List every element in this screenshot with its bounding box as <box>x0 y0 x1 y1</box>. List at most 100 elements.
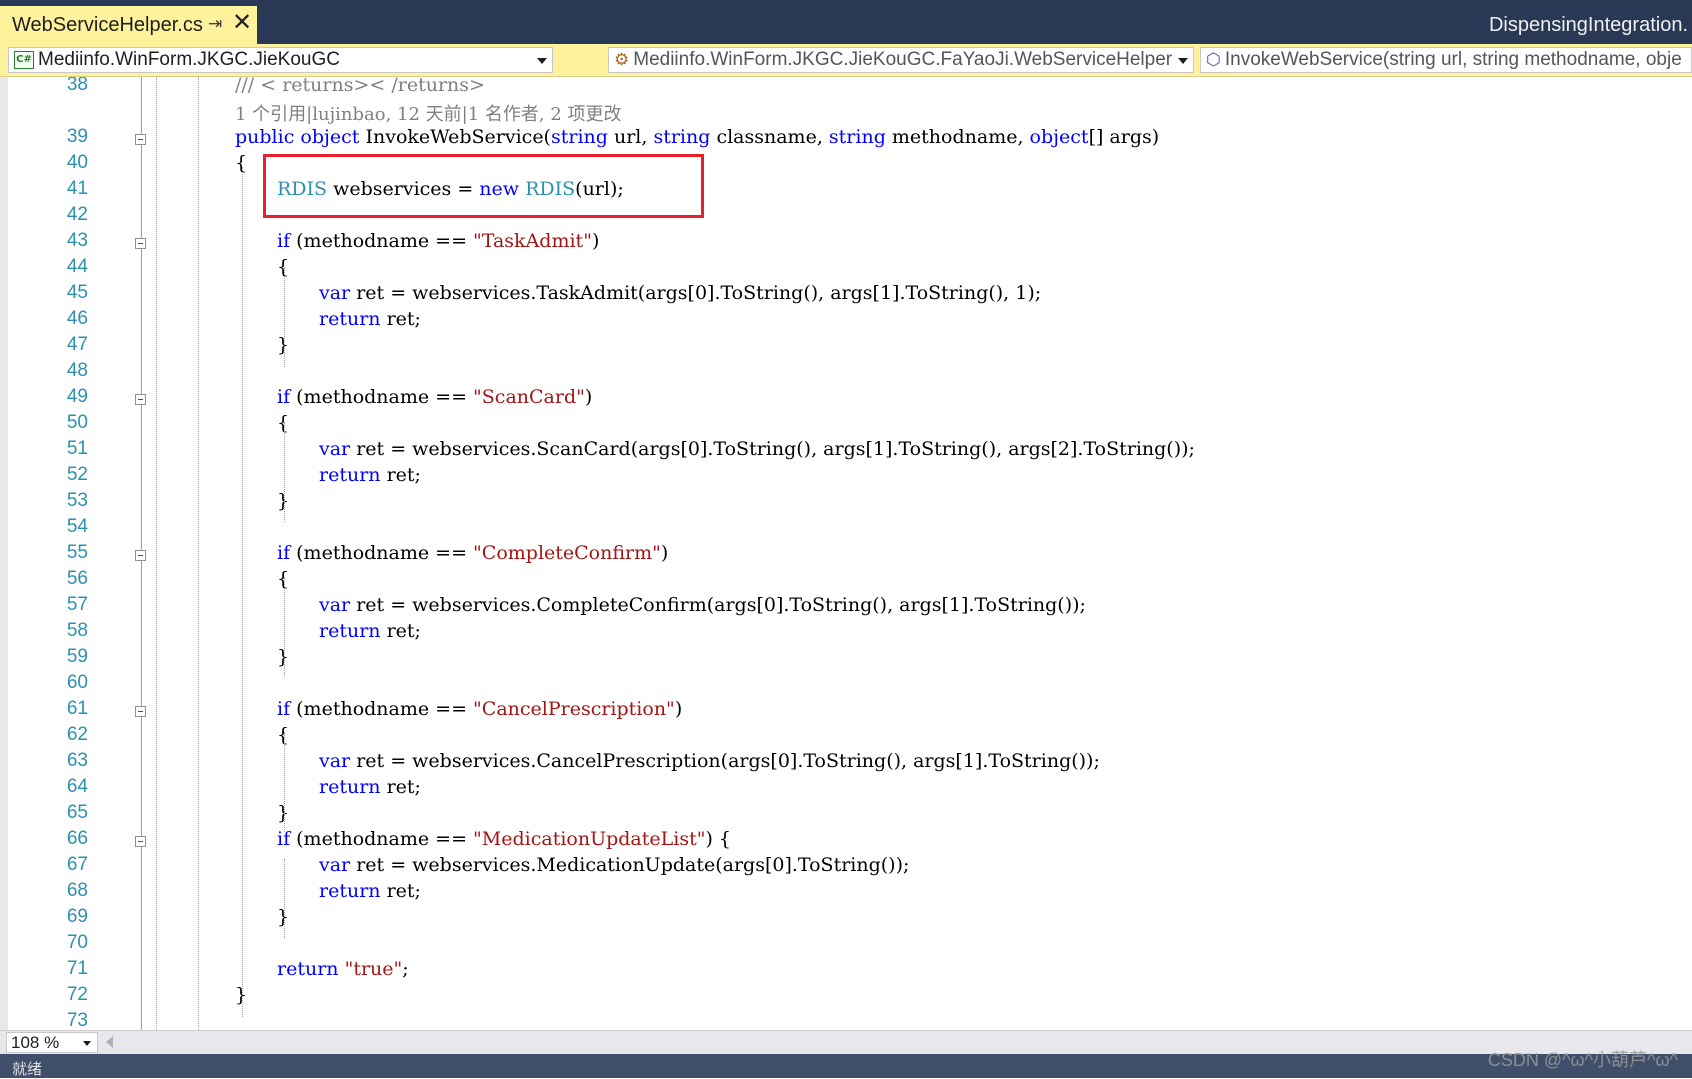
code-line[interactable]: 55 if (methodname == "CompleteConfirm") <box>0 542 1692 568</box>
line-number: 58 <box>66 620 88 641</box>
code-line[interactable]: 66 if (methodname == "MedicationUpdateLis… <box>0 828 1692 854</box>
code-line[interactable]: 48 <box>0 360 1692 386</box>
line-number: 73 <box>66 1010 88 1030</box>
code-text: var ret = webservices.TaskAdmit(args[0].… <box>319 282 1042 304</box>
line-number: 52 <box>66 464 88 485</box>
horizontal-scrollbar[interactable]: 108 % <box>0 1030 1692 1055</box>
code-line[interactable]: 50{ <box>0 412 1692 438</box>
scroll-left-icon[interactable] <box>106 1036 113 1048</box>
code-text: if (methodname == "TaskAdmit") <box>277 230 600 252</box>
code-line[interactable]: 51 var ret = webservices.ScanCard(args[0]… <box>0 438 1692 464</box>
code-line[interactable]: 57 var ret = webservices.CompleteConfirm(… <box>0 594 1692 620</box>
code-line[interactable]: 73 <box>0 1010 1692 1030</box>
member-dropdown[interactable]: ⬡ InvokeWebService(string url, string me… <box>1200 47 1692 73</box>
line-number: 67 <box>66 854 88 875</box>
code-line[interactable]: 43 if (methodname == "TaskAdmit") <box>0 230 1692 256</box>
zoom-dropdown[interactable]: 108 % <box>6 1032 98 1053</box>
indent-guide <box>198 77 199 1030</box>
code-line[interactable]: 59} <box>0 646 1692 672</box>
code-line[interactable]: 40{ <box>0 152 1692 178</box>
line-number: 59 <box>66 646 88 667</box>
project-title: DispensingIntegration. <box>1488 14 1688 36</box>
code-line[interactable]: 46 return ret; <box>0 308 1692 334</box>
code-text: if (methodname == "CancelPrescription") <box>277 698 683 720</box>
collapse-icon[interactable] <box>135 394 146 405</box>
code-line[interactable]: 62{ <box>0 724 1692 750</box>
line-number: 65 <box>66 802 88 823</box>
zoom-value: 108 % <box>11 1033 60 1052</box>
line-number: 63 <box>66 750 88 771</box>
line-number: 66 <box>66 828 88 849</box>
collapse-icon[interactable] <box>135 706 146 717</box>
code-text: return "true"; <box>277 958 409 980</box>
method-icon: ⬡ <box>1206 50 1221 69</box>
line-number: 47 <box>66 334 88 355</box>
line-number: 42 <box>66 204 88 225</box>
code-line[interactable]: 72} <box>0 984 1692 1010</box>
code-line[interactable]: 41 RDIS webservices = new RDIS(url); <box>0 178 1692 204</box>
line-number: 60 <box>66 672 88 693</box>
code-line[interactable]: 68 return ret; <box>0 880 1692 906</box>
line-number: 54 <box>66 516 88 537</box>
code-text: return ret; <box>319 308 421 330</box>
code-line[interactable]: 63 var ret = webservices.CancelPrescripti… <box>0 750 1692 776</box>
code-line[interactable]: 47} <box>0 334 1692 360</box>
pin-icon[interactable]: ⇥ <box>208 14 222 34</box>
line-number: 44 <box>66 256 88 277</box>
code-line[interactable]: 65} <box>0 802 1692 828</box>
close-icon[interactable]: ✕ <box>232 9 252 37</box>
code-line[interactable]: 38 /// < returns>< /returns> <box>0 77 1692 100</box>
code-line[interactable]: 67 var ret = webservices.MedicationUpdate… <box>0 854 1692 880</box>
code-line[interactable]: 53} <box>0 490 1692 516</box>
tab-title: WebServiceHelper.cs <box>12 13 203 36</box>
indent-guide <box>156 77 157 1030</box>
code-line[interactable]: 42 <box>0 204 1692 230</box>
codelens-info: 1 个引用|lujinbao, 12 天前|1 名作者, 2 项更改 <box>235 104 622 125</box>
line-number: 49 <box>66 386 88 407</box>
navigation-bar: C# Mediinfo.WinForm.JKGC.JieKouGC ⚙ Medi… <box>0 44 1692 77</box>
line-number: 57 <box>66 594 88 615</box>
indent-guide <box>284 267 285 367</box>
collapse-icon[interactable] <box>135 836 146 847</box>
code-text: if (methodname == "ScanCard") <box>277 386 593 408</box>
code-text: if (methodname == "MedicationUpdateList"… <box>277 828 731 850</box>
code-text: var ret = webservices.CancelPrescription… <box>319 750 1100 772</box>
line-number: 61 <box>66 698 88 719</box>
collapse-icon[interactable] <box>135 134 146 145</box>
code-text: var ret = webservices.ScanCard(args[0].T… <box>319 438 1195 460</box>
code-line[interactable]: 52 return ret; <box>0 464 1692 490</box>
line-number: 50 <box>66 412 88 433</box>
code-line[interactable]: 39 public object InvokeWebService(string … <box>0 126 1692 152</box>
class-dropdown[interactable]: ⚙ Mediinfo.WinForm.JKGC.JieKouGC.FaYaoJi… <box>608 47 1194 73</box>
code-line[interactable]: 61 if (methodname == "CancelPrescription"… <box>0 698 1692 724</box>
line-number: 53 <box>66 490 88 511</box>
csharp-project-icon: C# <box>14 51 34 69</box>
collapse-icon[interactable] <box>135 238 146 249</box>
code-line[interactable]: 54 <box>0 516 1692 542</box>
code-line[interactable]: 1 个引用|lujinbao, 12 天前|1 名作者, 2 项更改 <box>0 100 1692 126</box>
chevron-down-icon <box>1178 58 1188 64</box>
code-line[interactable]: 44{ <box>0 256 1692 282</box>
code-text: var ret = webservices.MedicationUpdate(a… <box>319 854 910 876</box>
code-line[interactable]: 49 if (methodname == "ScanCard") <box>0 386 1692 412</box>
line-number: 38 <box>66 77 88 95</box>
code-line[interactable]: 71 return "true"; <box>0 958 1692 984</box>
line-number: 62 <box>66 724 88 745</box>
code-line[interactable]: 60 <box>0 672 1692 698</box>
code-line[interactable]: 45 var ret = webservices.TaskAdmit(args[0… <box>0 282 1692 308</box>
code-text: var ret = webservices.CompleteConfirm(ar… <box>319 594 1086 616</box>
chevron-down-icon <box>83 1041 91 1046</box>
tab-webservicehelper[interactable]: WebServiceHelper.cs ⇥ ✕ <box>0 6 257 44</box>
code-line[interactable]: 70 <box>0 932 1692 958</box>
code-line[interactable]: 64 return ret; <box>0 776 1692 802</box>
code-line[interactable]: 69} <box>0 906 1692 932</box>
collapse-icon[interactable] <box>135 550 146 561</box>
line-number: 40 <box>66 152 88 173</box>
code-line[interactable]: 56{ <box>0 568 1692 594</box>
code-text: if (methodname == "CompleteConfirm") <box>277 542 669 564</box>
code-editor[interactable]: 38 /// < returns>< /returns> 1 个引用|lujinba… <box>0 77 1692 1030</box>
line-number: 48 <box>66 360 88 381</box>
code-line[interactable]: 58 return ret; <box>0 620 1692 646</box>
project-dropdown[interactable]: C# Mediinfo.WinForm.JKGC.JieKouGC <box>8 47 553 73</box>
line-number: 41 <box>66 178 88 199</box>
